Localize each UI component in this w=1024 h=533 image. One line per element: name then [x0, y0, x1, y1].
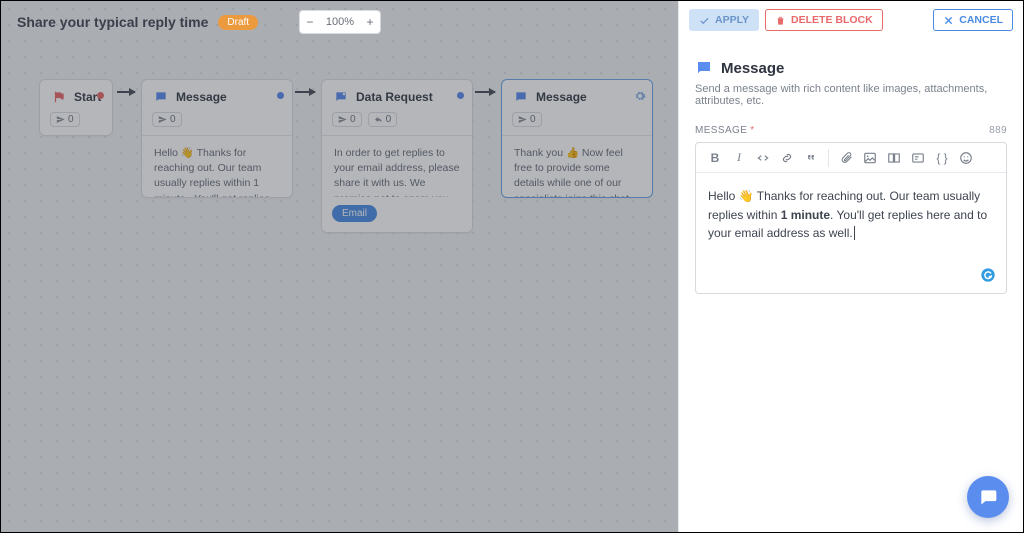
message-icon	[152, 88, 170, 106]
data-request-icon	[332, 88, 350, 106]
quick-reply-button[interactable]	[907, 147, 929, 169]
card-button[interactable]	[883, 147, 905, 169]
attachment-button[interactable]	[835, 147, 857, 169]
node-preview: In order to get replies to your email ad…	[322, 135, 472, 197]
code-button[interactable]	[752, 147, 774, 169]
message-field-label: MESSAGE* 889	[695, 125, 1007, 136]
flow-canvas[interactable]: Share your typical reply time Draft − 10…	[1, 1, 679, 532]
node-label: Data Request	[356, 90, 433, 104]
block-settings-panel: APPLY DELETE BLOCK CANCEL Message Send a…	[678, 1, 1023, 532]
zoom-level: 100%	[320, 16, 360, 28]
grammarly-icon[interactable]	[980, 267, 996, 283]
status-dot	[457, 92, 464, 99]
panel-subtitle: Send a message with rich content like im…	[695, 83, 1007, 107]
connector-arrow	[295, 91, 315, 93]
sent-count-badge: 0	[152, 112, 182, 127]
flow-title: Share your typical reply time	[17, 14, 208, 30]
flag-icon	[50, 88, 68, 106]
zoom-in-button[interactable]: +	[360, 15, 380, 29]
panel-action-bar: APPLY DELETE BLOCK CANCEL	[679, 1, 1023, 39]
node-label: Message	[176, 90, 227, 104]
sent-count-badge: 0	[512, 112, 542, 127]
sent-count-badge: 0	[50, 112, 80, 127]
cancel-button[interactable]: CANCEL	[933, 9, 1013, 31]
char-counter: 889	[989, 125, 1007, 136]
apply-button[interactable]: APPLY	[689, 9, 759, 31]
status-dot	[97, 92, 104, 99]
bold-button[interactable]: B	[704, 147, 726, 169]
draft-badge: Draft	[218, 15, 258, 30]
rich-text-editor: B I	[695, 142, 1007, 294]
node-message-1[interactable]: Message 0 Hello 👋 Thanks for reaching ou…	[141, 79, 293, 198]
field-chip-email: Email	[332, 205, 377, 222]
editor-toolbar: B I	[696, 143, 1006, 173]
attribute-button[interactable]: { }	[931, 147, 953, 169]
italic-button[interactable]: I	[728, 147, 750, 169]
message-icon	[695, 59, 713, 77]
status-dot	[277, 92, 284, 99]
chat-widget-button[interactable]	[967, 476, 1009, 518]
zoom-out-button[interactable]: −	[300, 15, 320, 29]
link-button[interactable]	[776, 147, 798, 169]
message-icon	[512, 88, 530, 106]
quote-button[interactable]	[800, 147, 822, 169]
image-button[interactable]	[859, 147, 881, 169]
node-preview: Hello 👋 Thanks for reaching out. Our tea…	[142, 135, 292, 197]
message-textarea[interactable]: Hello 👋 Thanks for reaching out. Our tea…	[696, 173, 1006, 293]
node-start[interactable]: Start 0	[39, 79, 113, 136]
delete-block-button[interactable]: DELETE BLOCK	[765, 9, 883, 31]
reply-count-badge: 0	[368, 112, 398, 127]
gear-icon[interactable]	[634, 90, 646, 102]
panel-title: Message	[721, 60, 784, 77]
emoji-button[interactable]	[955, 147, 977, 169]
node-preview: Thank you 👍 Now feel free to provide som…	[502, 135, 652, 197]
node-label: Message	[536, 90, 587, 104]
connector-arrow	[475, 91, 495, 93]
node-message-2[interactable]: Message 0 Thank you 👍 Now feel free to p…	[501, 79, 653, 198]
connector-arrow	[117, 91, 135, 93]
zoom-control: − 100% +	[299, 10, 381, 34]
node-data-request[interactable]: Data Request 0 0 In order to get replies…	[321, 79, 473, 233]
sent-count-badge: 0	[332, 112, 362, 127]
